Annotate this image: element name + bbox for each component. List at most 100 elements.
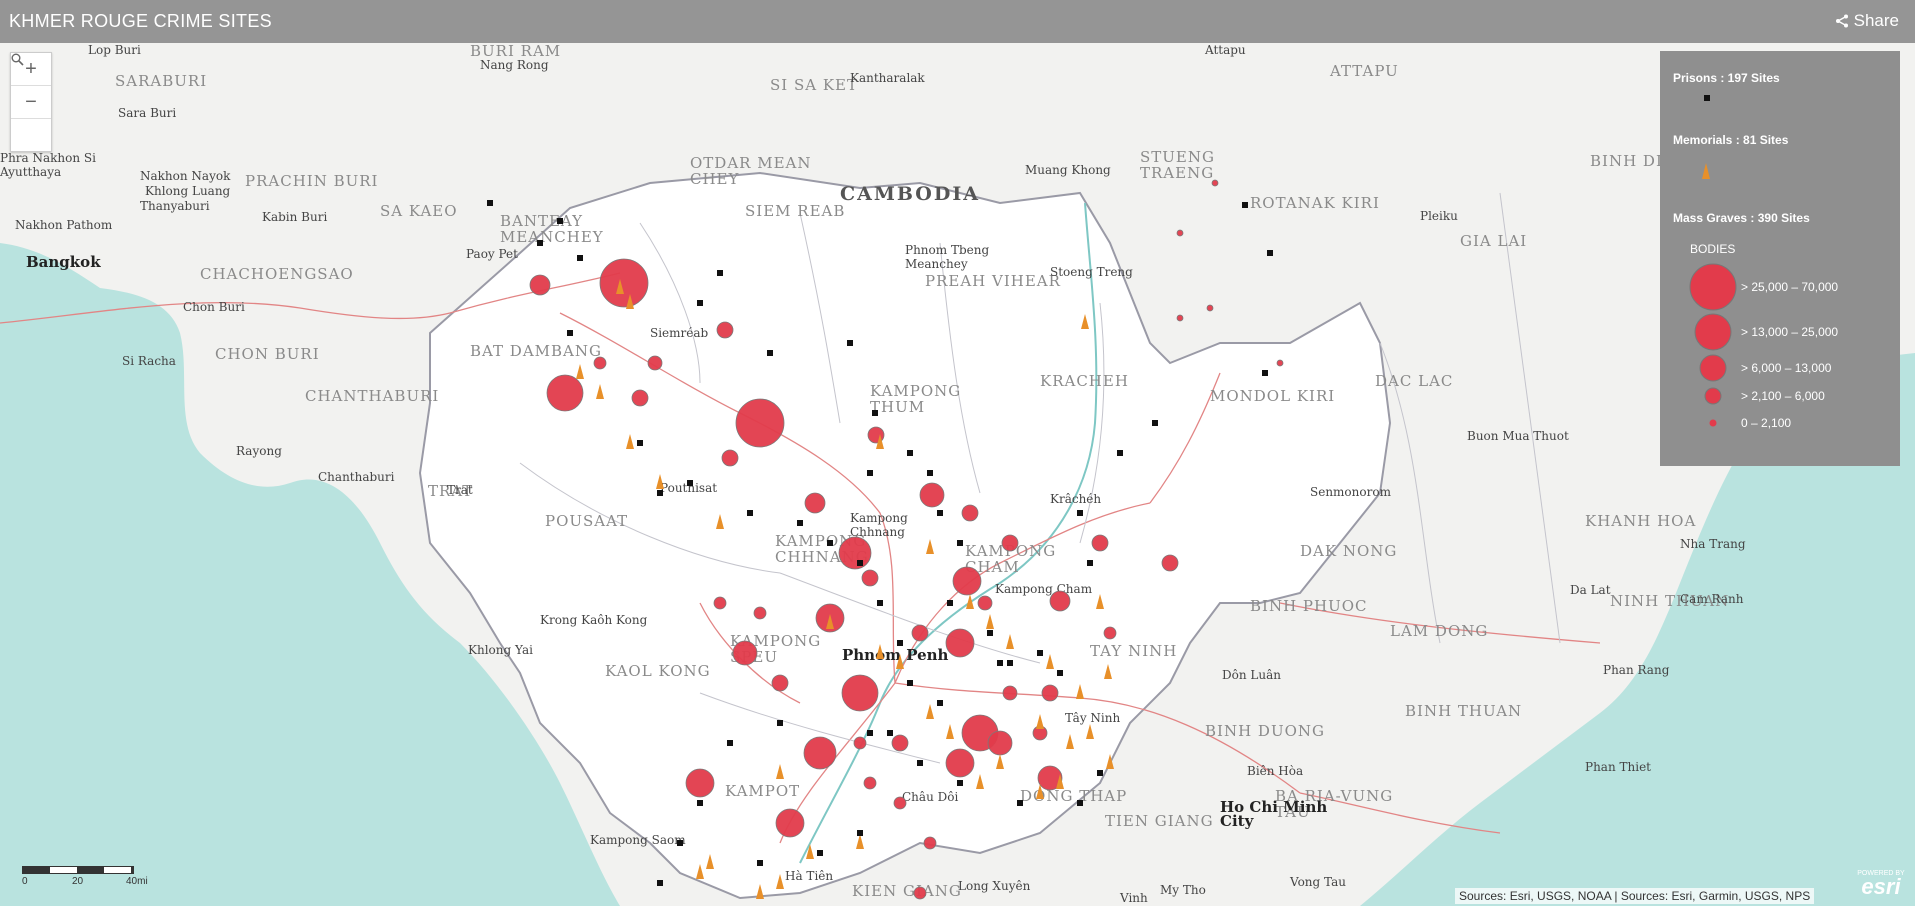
mass-grave-marker[interactable]: [1276, 359, 1284, 367]
prison-marker[interactable]: [717, 270, 723, 276]
prison-marker[interactable]: [867, 730, 873, 736]
memorial-marker[interactable]: [946, 724, 954, 739]
mass-grave-marker[interactable]: [1161, 554, 1179, 572]
prison-marker[interactable]: [657, 490, 663, 496]
mass-grave-marker[interactable]: [735, 398, 785, 448]
prison-marker[interactable]: [1037, 650, 1043, 656]
crime-sites-layer[interactable]: [0, 43, 1915, 906]
memorial-marker[interactable]: [1066, 734, 1074, 749]
memorial-marker[interactable]: [896, 654, 904, 669]
prison-marker[interactable]: [1262, 370, 1268, 376]
prison-marker[interactable]: [657, 880, 663, 886]
memorial-marker[interactable]: [596, 384, 604, 399]
prison-marker[interactable]: [697, 300, 703, 306]
mass-grave-marker[interactable]: [977, 595, 993, 611]
mass-grave-marker[interactable]: [911, 624, 929, 642]
prison-marker[interactable]: [757, 860, 763, 866]
mass-grave-marker[interactable]: [961, 504, 979, 522]
prison-marker[interactable]: [987, 630, 993, 636]
memorial-marker[interactable]: [926, 704, 934, 719]
memorial-marker[interactable]: [1076, 684, 1084, 699]
mass-grave-marker[interactable]: [861, 569, 879, 587]
prison-marker[interactable]: [827, 540, 833, 546]
mass-grave-marker[interactable]: [1206, 304, 1214, 312]
prison-marker[interactable]: [1007, 660, 1013, 666]
prison-marker[interactable]: [877, 600, 883, 606]
prison-marker[interactable]: [637, 440, 643, 446]
mass-grave-marker[interactable]: [713, 596, 727, 610]
mass-grave-marker[interactable]: [1211, 179, 1219, 187]
prison-marker[interactable]: [907, 680, 913, 686]
memorial-marker[interactable]: [1104, 664, 1112, 679]
memorial-marker[interactable]: [986, 614, 994, 629]
mass-grave-marker[interactable]: [716, 321, 734, 339]
memorial-marker[interactable]: [626, 434, 634, 449]
prison-marker[interactable]: [777, 720, 783, 726]
esri-logo[interactable]: POWERED BY esri: [1853, 870, 1909, 903]
prison-marker[interactable]: [1087, 560, 1093, 566]
prison-marker[interactable]: [947, 600, 953, 606]
prison-marker[interactable]: [957, 780, 963, 786]
memorial-marker[interactable]: [1081, 314, 1089, 329]
prison-marker[interactable]: [937, 700, 943, 706]
mass-grave-marker[interactable]: [893, 796, 907, 810]
prison-marker[interactable]: [487, 200, 493, 206]
memorial-marker[interactable]: [706, 854, 714, 869]
prison-marker[interactable]: [697, 800, 703, 806]
memorial-marker[interactable]: [1036, 714, 1044, 729]
prison-marker[interactable]: [767, 350, 773, 356]
prison-marker[interactable]: [727, 740, 733, 746]
prison-marker[interactable]: [857, 830, 863, 836]
prison-marker[interactable]: [907, 450, 913, 456]
mass-grave-marker[interactable]: [913, 886, 927, 900]
mass-grave-marker[interactable]: [685, 768, 715, 798]
zoom-out-button[interactable]: −: [11, 86, 51, 119]
prison-marker[interactable]: [817, 850, 823, 856]
memorial-marker[interactable]: [806, 844, 814, 859]
mass-grave-marker[interactable]: [803, 736, 837, 770]
map-view[interactable]: CAMBODIA BURI RAM SI SA KET OTDAR MEAN CHEY…: [0, 43, 1915, 906]
memorial-marker[interactable]: [696, 864, 704, 879]
mass-grave-marker[interactable]: [919, 482, 945, 508]
prison-marker[interactable]: [1077, 510, 1083, 516]
memorial-marker[interactable]: [996, 754, 1004, 769]
memorial-marker[interactable]: [876, 644, 884, 659]
memorial-marker[interactable]: [656, 474, 664, 489]
prison-marker[interactable]: [687, 480, 693, 486]
mass-grave-marker[interactable]: [1049, 590, 1071, 612]
prison-marker[interactable]: [747, 510, 753, 516]
memorial-marker[interactable]: [1006, 634, 1014, 649]
prison-marker[interactable]: [797, 520, 803, 526]
search-button[interactable]: [11, 53, 51, 151]
prison-marker[interactable]: [1267, 250, 1273, 256]
prison-marker[interactable]: [957, 540, 963, 546]
mass-grave-marker[interactable]: [529, 274, 551, 296]
prison-marker[interactable]: [897, 640, 903, 646]
prison-marker[interactable]: [557, 218, 563, 224]
prison-marker[interactable]: [1097, 770, 1103, 776]
memorial-marker[interactable]: [926, 539, 934, 554]
mass-grave-marker[interactable]: [863, 776, 877, 790]
memorial-marker[interactable]: [1096, 594, 1104, 609]
mass-grave-marker[interactable]: [945, 628, 975, 658]
mass-grave-marker[interactable]: [1091, 534, 1109, 552]
mass-grave-marker[interactable]: [771, 674, 789, 692]
mass-grave-marker[interactable]: [841, 674, 879, 712]
mass-grave-marker[interactable]: [923, 836, 937, 850]
memorial-marker[interactable]: [776, 764, 784, 779]
prison-marker[interactable]: [917, 760, 923, 766]
memorial-marker[interactable]: [976, 774, 984, 789]
memorial-marker[interactable]: [576, 364, 584, 379]
mass-grave-marker[interactable]: [775, 808, 805, 838]
prison-marker[interactable]: [677, 840, 683, 846]
mass-grave-marker[interactable]: [853, 736, 867, 750]
prison-marker[interactable]: [567, 330, 573, 336]
share-button[interactable]: Share: [1835, 11, 1899, 31]
memorial-marker[interactable]: [1046, 654, 1054, 669]
mass-grave-marker[interactable]: [546, 374, 584, 412]
prison-marker[interactable]: [847, 340, 853, 346]
prison-marker[interactable]: [537, 240, 543, 246]
prison-marker[interactable]: [1077, 800, 1083, 806]
mass-grave-marker[interactable]: [753, 606, 767, 620]
memorial-marker[interactable]: [966, 594, 974, 609]
